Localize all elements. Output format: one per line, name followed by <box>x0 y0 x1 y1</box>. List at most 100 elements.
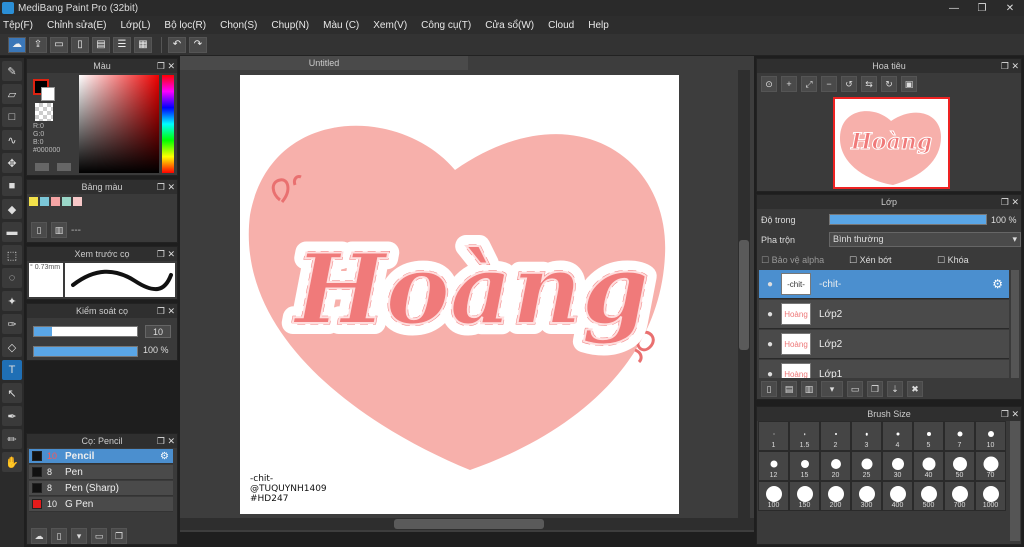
navigator-thumbnail[interactable]: Hoàng <box>833 97 950 189</box>
flip-icon[interactable]: ⇆ <box>861 76 877 92</box>
document-icon[interactable]: ▤ <box>92 36 110 53</box>
brush-size-cell[interactable]: 200 <box>820 481 851 511</box>
cloud-icon[interactable]: ☁ <box>8 36 26 53</box>
menu-tools[interactable]: Công cụ(T) <box>421 20 471 31</box>
move-tool-icon[interactable]: ✥ <box>2 153 22 173</box>
brush-item-pen[interactable]: 8 Pen <box>29 465 173 480</box>
brush-opacity-slider[interactable] <box>33 346 138 357</box>
transparent-color-swatch[interactable] <box>35 103 53 121</box>
new-8bit-layer-icon[interactable]: ▥ <box>801 381 817 397</box>
blend-mode-select[interactable]: Bình thường ▾ <box>829 232 1021 247</box>
brush-size-cell[interactable]: 12 <box>758 451 789 481</box>
horizontal-scrollbar[interactable] <box>180 518 754 530</box>
brush-size-cell[interactable]: 10 <box>975 421 1006 451</box>
pen-tool-icon[interactable]: ✏ <box>2 429 22 449</box>
close-button[interactable]: ✕ <box>996 0 1024 16</box>
add-layer-menu-icon[interactable]: ▾ <box>821 381 843 397</box>
brush-size-slider[interactable] <box>33 326 138 337</box>
brush-item-pen-sharp[interactable]: 8 Pen (Sharp) <box>29 481 173 496</box>
menu-filter[interactable]: Bộ lọc(R) <box>164 20 206 31</box>
undo-button[interactable]: ↶ <box>168 36 186 53</box>
panel-controls-icon[interactable]: ❐ ✕ <box>157 304 175 318</box>
maximize-button[interactable]: ❐ <box>968 0 996 16</box>
lock-checkbox[interactable]: ☐ Khóa <box>937 255 969 266</box>
brush-options-icon[interactable]: ▾ <box>71 528 87 544</box>
operation-tool-icon[interactable]: ↖ <box>2 383 22 403</box>
vertical-scrollbar[interactable] <box>738 70 750 520</box>
panel-controls-icon[interactable]: ❐ ✕ <box>157 180 175 194</box>
duplicate-layer-icon[interactable]: ❐ <box>867 381 883 397</box>
brush-size-scrollbar[interactable] <box>1010 421 1020 541</box>
reset-color-icon[interactable] <box>57 163 71 171</box>
brush-size-cell[interactable]: 2 <box>820 421 851 451</box>
hand-tool-icon[interactable]: ✋ <box>2 452 22 472</box>
palette-swatch[interactable] <box>51 197 60 206</box>
layer-list-scrollbar[interactable] <box>1011 270 1019 378</box>
zoom-in-icon[interactable]: + <box>781 76 797 92</box>
rectangle-tool-icon[interactable]: □ <box>2 107 22 127</box>
brush-size-cell[interactable]: 3 <box>851 421 882 451</box>
protect-alpha-checkbox[interactable]: ☐ Bảo vệ alpha <box>761 255 824 266</box>
add-brush-icon[interactable]: ▯ <box>51 528 67 544</box>
saturation-value-picker[interactable] <box>79 75 159 173</box>
panel-controls-icon[interactable]: ❐ ✕ <box>1001 59 1019 73</box>
brush-size-cell[interactable]: 7 <box>944 421 975 451</box>
eye-icon[interactable]: ● <box>759 279 781 290</box>
layer-row[interactable]: ● -chit- -chit- ⚙ <box>759 270 1009 299</box>
menu-cloud[interactable]: Cloud <box>548 20 574 31</box>
delete-layer-icon[interactable]: ✖ <box>907 381 923 397</box>
layer-row[interactable]: ● Hoàng Lớp2 <box>759 300 1009 329</box>
menu-snap[interactable]: Chụp(N) <box>271 20 309 31</box>
brush-size-cell[interactable]: 500 <box>913 481 944 511</box>
brush-size-cell[interactable]: 1 <box>758 421 789 451</box>
eraser-tool-icon[interactable]: ▱ <box>2 84 22 104</box>
fit-view-icon[interactable]: ⤢ <box>801 76 817 92</box>
background-color-swatch[interactable] <box>41 87 55 101</box>
rotate-left-icon[interactable]: ↺ <box>841 76 857 92</box>
minimize-button[interactable]: — <box>940 0 968 16</box>
brush-size-cell[interactable]: 1.5 <box>789 421 820 451</box>
lasso-tool-icon[interactable]: ◌ <box>2 268 22 288</box>
list-icon[interactable]: ☰ <box>113 36 131 53</box>
new-halftone-layer-icon[interactable]: ▤ <box>781 381 797 397</box>
zoom-out-icon[interactable]: − <box>821 76 837 92</box>
brush-size-cell[interactable]: 4 <box>882 421 913 451</box>
brush-tool-icon[interactable]: ✎ <box>2 61 22 81</box>
layer-row[interactable]: ● Hoàng Lớp1 <box>759 360 1009 378</box>
brush-item-g-pen[interactable]: 10 G Pen <box>29 497 173 512</box>
brush-size-cell[interactable]: 100 <box>758 481 789 511</box>
panel-controls-icon[interactable]: ❐ ✕ <box>157 247 175 261</box>
palette-swatch[interactable] <box>62 197 71 206</box>
menu-color[interactable]: Màu (C) <box>323 20 359 31</box>
comment-icon[interactable]: ▭ <box>50 36 68 53</box>
gear-icon[interactable]: ⚙ <box>160 451 169 462</box>
brush-size-cell[interactable]: 30 <box>882 451 913 481</box>
palette-swatch[interactable] <box>29 197 38 206</box>
delete-palette-icon[interactable]: ▥ <box>51 222 67 238</box>
bucket-tool-icon[interactable]: ◆ <box>2 199 22 219</box>
brush-size-cell[interactable]: 700 <box>944 481 975 511</box>
select-eraser-tool-icon[interactable]: ◇ <box>2 337 22 357</box>
upload-icon[interactable]: ⇪ <box>29 36 47 53</box>
layer-folder-icon[interactable]: ▭ <box>847 381 863 397</box>
menu-help[interactable]: Help <box>588 20 609 31</box>
brush-folder-icon[interactable]: ▭ <box>91 528 107 544</box>
brush-item-pencil[interactable]: 10 Pencil ⚙ <box>29 449 173 464</box>
brush-size-cell[interactable]: 70 <box>975 451 1006 481</box>
brush-size-cell[interactable]: 150 <box>789 481 820 511</box>
rotate-right-icon[interactable]: ↻ <box>881 76 897 92</box>
eye-icon[interactable]: ● <box>759 309 781 320</box>
menu-window[interactable]: Cửa sổ(W) <box>485 20 534 31</box>
menu-layer[interactable]: Lớp(L) <box>121 20 151 31</box>
horizontal-scroll-thumb[interactable] <box>394 519 544 529</box>
layer-opacity-slider[interactable] <box>829 214 987 225</box>
menu-file[interactable]: Tệp(F) <box>3 20 33 31</box>
swap-color-icon[interactable] <box>35 163 49 171</box>
grid-icon[interactable]: ▦ <box>134 36 152 53</box>
page-icon[interactable]: ▯ <box>71 36 89 53</box>
select-rect-tool-icon[interactable]: ⬚ <box>2 245 22 265</box>
vertical-scroll-thumb[interactable] <box>739 240 749 350</box>
brush-size-cell[interactable]: 40 <box>913 451 944 481</box>
fill-rect-tool-icon[interactable]: ■ <box>2 176 22 196</box>
gear-icon[interactable]: ⚙ <box>992 277 1003 291</box>
